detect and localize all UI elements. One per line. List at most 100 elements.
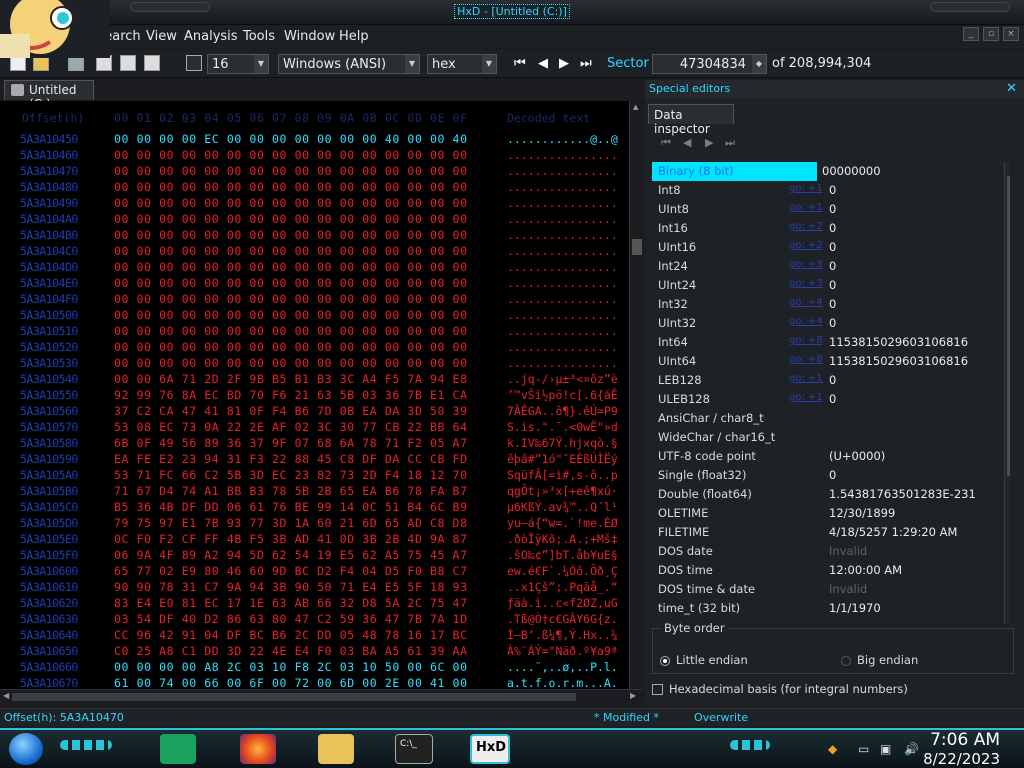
row-bytes[interactable]: 00 00 6A 71 2D 2F 9B B5 B1 B3 3C A4 F5 7…: [114, 372, 494, 386]
hex-row[interactable]: 5A3A10550 92 99 76 8A EC BD 70 F6 21 63 5…: [0, 388, 629, 404]
inspector-value[interactable]: 1153815029603106816: [829, 335, 968, 349]
inspector-row[interactable]: UInt32 go: +4 0: [652, 314, 1010, 333]
sector-input[interactable]: 47304834 ◆: [652, 54, 767, 74]
network-icon[interactable]: ▭: [858, 742, 869, 756]
row-text[interactable]: ..x1Çš”;.Pqäå_.“: [507, 580, 629, 594]
goto-link[interactable]: go: +8: [789, 335, 823, 346]
hex-row[interactable]: 5A3A104B0 00 00 00 00 00 00 00 00 00 00 0…: [0, 228, 629, 244]
copy-icon[interactable]: [120, 55, 136, 71]
row-text[interactable]: ................: [507, 308, 629, 322]
hex-row[interactable]: 5A3A10460 00 00 00 00 00 00 00 00 00 00 0…: [0, 148, 629, 164]
inspector-row[interactable]: UTF-8 code point (U+0000): [652, 447, 1010, 466]
row-text[interactable]: ............@..@: [507, 132, 629, 146]
row-bytes[interactable]: 00 00 00 00 A8 2C 03 10 F8 2C 03 10 50 0…: [114, 660, 494, 674]
row-text[interactable]: .ðòÏÿKõ;.A.;+Mš‡: [507, 532, 629, 546]
hex-row[interactable]: 5A3A10590 EA FE E2 23 94 31 F3 22 88 45 C…: [0, 452, 629, 468]
inspector-value[interactable]: 0: [829, 221, 836, 235]
inspector-row[interactable]: DOS date Invalid: [652, 542, 1010, 561]
hex-vertical-scrollbar[interactable]: ▲: [629, 101, 643, 689]
row-bytes[interactable]: 53 71 FC 66 C2 5B 3D EC 23 82 73 2D F4 1…: [114, 468, 494, 482]
goto-link[interactable]: go: +1: [789, 202, 823, 213]
row-text[interactable]: .šO‰¢”]bT.åb¥uE§: [507, 548, 629, 562]
goto-link[interactable]: go: +4: [789, 316, 823, 327]
menu-help[interactable]: Help: [339, 29, 369, 44]
goto-link[interactable]: go: +2: [789, 240, 823, 251]
hex-row[interactable]: 5A3A10560 37 C2 CA 47 41 81 0F F4 B6 7D 0…: [0, 404, 629, 420]
little-endian-radio[interactable]: Little endian: [660, 653, 748, 667]
hex-row[interactable]: 5A3A10660 00 00 00 00 A8 2C 03 10 F8 2C 0…: [0, 660, 629, 676]
scroll-right-icon[interactable]: ▶: [630, 691, 636, 700]
prev-icon[interactable]: ◀: [683, 136, 691, 149]
hex-row[interactable]: 5A3A104A0 00 00 00 00 00 00 00 00 00 00 0…: [0, 212, 629, 228]
hex-row[interactable]: 5A3A104F0 00 00 00 00 00 00 00 00 00 00 0…: [0, 292, 629, 308]
row-bytes[interactable]: 65 77 02 E9 80 46 60 9D BC D2 F4 04 D5 F…: [114, 564, 494, 578]
hxd-taskbar-icon[interactable]: HxD: [470, 734, 510, 764]
system-clock[interactable]: 7:06 AM 8/22/2023: [923, 730, 1000, 768]
row-bytes[interactable]: 00 00 00 00 00 00 00 00 00 00 00 00 00 0…: [114, 292, 494, 306]
inspector-row[interactable]: UInt16 go: +2 0: [652, 238, 1010, 257]
hex-row[interactable]: 5A3A10480 00 00 00 00 00 00 00 00 00 00 0…: [0, 180, 629, 196]
bytes-per-row-select[interactable]: 16 ▼: [207, 54, 269, 74]
tab-data-inspector[interactable]: Data inspector: [648, 104, 734, 136]
inspector-row[interactable]: UInt24 go: +3 0: [652, 276, 1010, 295]
hex-row[interactable]: 5A3A10580 6B 0F 49 56 89 36 37 9F 07 68 6…: [0, 436, 629, 452]
hex-row[interactable]: 5A3A10520 00 00 00 00 00 00 00 00 00 00 0…: [0, 340, 629, 356]
big-endian-radio[interactable]: Big endian: [841, 653, 918, 667]
hex-row[interactable]: 5A3A10670 61 00 74 00 66 00 6F 00 72 00 6…: [0, 676, 629, 689]
scroll-thumb[interactable]: [632, 239, 642, 255]
last-icon[interactable]: ⏭: [725, 136, 735, 150]
row-text[interactable]: ................: [507, 276, 629, 290]
inspector-row[interactable]: UInt64 go: +8 1153815029603106816: [652, 352, 1010, 371]
row-text[interactable]: ƒäà.ì..c«f2ØZ,uG: [507, 596, 629, 610]
inspector-row[interactable]: DOS time & date Invalid: [652, 580, 1010, 599]
row-text[interactable]: ................: [507, 164, 629, 178]
row-bytes[interactable]: 00 00 00 00 00 00 00 00 00 00 00 00 00 0…: [114, 212, 494, 226]
menu-view[interactable]: View: [146, 29, 177, 44]
goto-link[interactable]: go: +8: [789, 354, 823, 365]
inspector-row[interactable]: Int24 go: +3 0: [652, 257, 1010, 276]
hex-row[interactable]: 5A3A10530 00 00 00 00 00 00 00 00 00 00 0…: [0, 356, 629, 372]
inspector-value[interactable]: 12:00:00 AM: [829, 563, 902, 577]
inspector-row[interactable]: UInt8 go: +1 0: [652, 200, 1010, 219]
row-text[interactable]: yu—á{“w=.`!me.ÈØ: [507, 516, 629, 530]
inspector-row[interactable]: AnsiChar / char8_t: [652, 409, 1010, 428]
row-bytes[interactable]: 00 00 00 00 00 00 00 00 00 00 00 00 00 0…: [114, 180, 494, 194]
hex-row[interactable]: 5A3A105B0 71 67 D4 74 A1 BB B3 78 5B 2B 6…: [0, 484, 629, 500]
row-bytes[interactable]: 79 75 97 E1 7B 93 77 3D 1A 60 21 6D 65 A…: [114, 516, 494, 530]
inspector-value[interactable]: 0: [829, 297, 836, 311]
inspector-value[interactable]: 4/18/5257 1:29:20 AM: [829, 525, 957, 539]
inspector-value[interactable]: 12/30/1899: [829, 506, 895, 520]
menu-window[interactable]: Window: [284, 29, 335, 44]
next-sector-icon[interactable]: ▶: [559, 56, 569, 71]
row-bytes[interactable]: 00 00 00 00 00 00 00 00 00 00 00 00 00 0…: [114, 244, 494, 258]
inspector-row[interactable]: Int32 go: +4 0: [652, 295, 1010, 314]
row-text[interactable]: ................: [507, 148, 629, 162]
row-text[interactable]: qgÔt¡»³x[+eê¶xú·: [507, 484, 629, 498]
goto-link[interactable]: go: +3: [789, 278, 823, 289]
hex-row[interactable]: 5A3A10570 53 08 EC 73 0A 22 2E AF 02 3C 3…: [0, 420, 629, 436]
view-icon[interactable]: [186, 55, 202, 71]
close-icon[interactable]: ✕: [1006, 81, 1017, 96]
inspector-row[interactable]: FILETIME 4/18/5257 1:29:20 AM: [652, 523, 1010, 542]
hex-row[interactable]: 5A3A105C0 B5 36 4B DF DD 06 61 76 BE 99 1…: [0, 500, 629, 516]
hex-row[interactable]: 5A3A10610 90 90 78 31 C7 9A 94 3B 90 50 7…: [0, 580, 629, 596]
inspector-value[interactable]: 0: [829, 259, 836, 273]
row-bytes[interactable]: 03 54 DF 40 D2 86 63 80 47 C2 59 36 47 7…: [114, 612, 494, 626]
row-text[interactable]: ................: [507, 260, 629, 274]
volume-icon[interactable]: 🔊: [904, 742, 919, 756]
goto-link[interactable]: go: +1: [789, 183, 823, 194]
row-bytes[interactable]: B5 36 4B DF DD 06 61 76 BE 99 14 0C 51 B…: [114, 500, 494, 514]
hex-row[interactable]: 5A3A10540 00 00 6A 71 2D 2F 9B B5 B1 B3 3…: [0, 372, 629, 388]
inspector-value[interactable]: 0: [829, 373, 836, 387]
prev-sector-icon[interactable]: ◀: [538, 56, 548, 71]
row-bytes[interactable]: 83 E4 E0 81 EC 17 1E 63 AB 66 32 D8 5A 2…: [114, 596, 494, 610]
row-text[interactable]: ..jq-/›µ±³<¤õz”è: [507, 372, 629, 386]
row-bytes[interactable]: 61 00 74 00 66 00 6F 00 72 00 6D 00 2E 0…: [114, 676, 494, 689]
inspector-value[interactable]: 00000000: [822, 164, 881, 178]
hex-row[interactable]: 5A3A10620 83 E4 E0 81 EC 17 1E 63 AB 66 3…: [0, 596, 629, 612]
goto-link[interactable]: go: +2: [789, 221, 823, 232]
row-text[interactable]: ................: [507, 356, 629, 370]
hex-row[interactable]: 5A3A10470 00 00 00 00 00 00 00 00 00 00 0…: [0, 164, 629, 180]
inspector-row[interactable]: Int16 go: +2 0: [652, 219, 1010, 238]
row-bytes[interactable]: 00 00 00 00 00 00 00 00 00 00 00 00 00 0…: [114, 260, 494, 274]
